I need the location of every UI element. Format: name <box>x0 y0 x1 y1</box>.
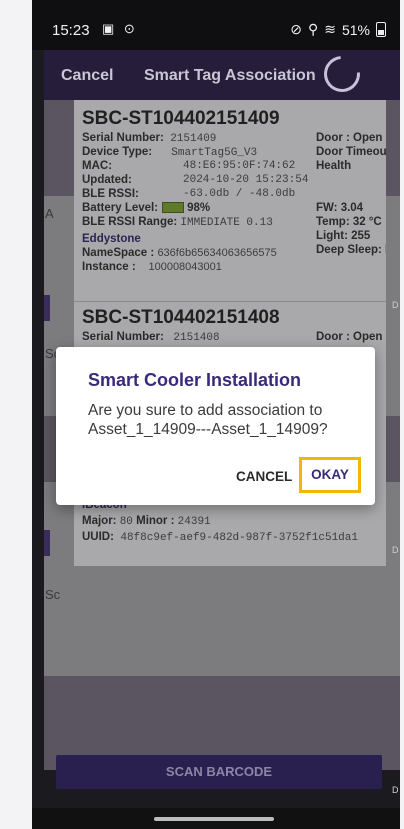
serial-value: 2151409 <box>170 133 217 145</box>
minor-value: 24391 <box>177 516 211 528</box>
device-value: SmartTag5G_V3 <box>171 147 258 159</box>
health-status: Health <box>316 160 352 172</box>
mac-label: MAC: <box>82 160 113 172</box>
namespace-label: NameSpace : <box>82 247 155 259</box>
navigation-bar <box>32 808 400 829</box>
rssi-label: BLE RSSI: <box>82 188 139 200</box>
light-level: Light: 255 <box>316 230 371 242</box>
scan-barcode-button[interactable]: SCAN BARCODE <box>56 755 382 789</box>
serial-value: 2151408 <box>173 332 220 344</box>
status-indicators: ⊘ ⚲ ≋ 51% <box>290 21 386 38</box>
okay-button[interactable]: OKAY <box>299 457 361 493</box>
serial-label: Serial Number: <box>82 331 164 343</box>
battery-percent: 51% <box>341 21 370 38</box>
loading-spinner-icon <box>316 48 368 100</box>
door-status: Door : Open <box>316 132 383 144</box>
major-label: Major: <box>82 515 117 527</box>
serial-label: Serial Number: <box>82 132 164 144</box>
notification-icons: ▣ ⊙ <box>102 21 138 36</box>
minor-label: Minor : <box>136 515 175 527</box>
mute-icon: ⊘ <box>290 21 302 37</box>
page-title: Smart Tag Association <box>144 67 316 84</box>
bg-button-edge <box>44 530 50 556</box>
tag-title: SBC-ST104402151408 <box>82 307 280 328</box>
tag-title: SBC-ST104402151409 <box>82 108 280 129</box>
uuid-label: UUID: <box>82 531 114 543</box>
wifi-signal-icon: ≋ <box>324 21 336 37</box>
door-timeout: Door Timeout <box>316 146 386 158</box>
namespace-value: 636f6b65634063656575 <box>157 247 277 259</box>
bg-letter: Sc <box>45 587 61 602</box>
location-icon: ⚲ <box>307 21 319 37</box>
battery-level-label: Battery Level: <box>82 202 159 214</box>
range-label: BLE RSSI Range: <box>82 216 178 228</box>
app-bar: Cancel Smart Tag Association <box>44 48 400 100</box>
confirmation-dialog: Smart Cooler Installation Are you sure t… <box>56 347 375 505</box>
uuid-value: 48f8c9ef-aef9-482d-987f-3752f1c51da1 <box>120 532 358 544</box>
bg-button-edge <box>44 295 50 321</box>
status-time: 15:23 <box>52 22 90 39</box>
updated-label: Updated: <box>82 174 132 186</box>
device-label: Device Type: <box>82 146 153 158</box>
bg-letter: A <box>45 206 54 221</box>
instance-label: Instance : <box>82 261 136 273</box>
list-divider <box>74 301 386 302</box>
eddystone-label: Eddystone <box>82 233 141 245</box>
updated-value: 2024-10-20 15:23:54 <box>183 174 309 186</box>
edge-fragment: D <box>392 785 399 795</box>
door-status: Door : Open <box>316 331 383 343</box>
dialog-message: Are you sure to add association to Asset… <box>88 402 328 438</box>
home-gesture-handle[interactable] <box>154 817 274 821</box>
phone-screen: 15:23 ▣ ⊙ ⊘ ⚲ ≋ 51% Cancel Smart Tag Ass… <box>32 0 400 829</box>
deep-sleep-status: Deep Sleep: No <box>316 244 386 256</box>
temperature: Temp: 32 °C <box>316 216 382 228</box>
rssi-value: -63.0db / -48.0db <box>183 188 296 200</box>
battery-icon <box>376 22 386 37</box>
firmware-version: FW: 3.04 <box>316 202 364 214</box>
battery-level-icon <box>162 202 185 214</box>
cancel-button[interactable]: CANCEL <box>236 469 292 484</box>
edge-fragment: D <box>392 300 399 310</box>
mac-value: 48:E6:95:0F:74:62 <box>183 160 296 172</box>
edge-fragment: D <box>392 545 399 555</box>
cancel-link[interactable]: Cancel <box>61 67 113 85</box>
range-value: IMMEDIATE 0.13 <box>180 217 273 229</box>
instance-value: 100008043001 <box>148 261 222 273</box>
status-bar: 15:23 ▣ ⊙ ⊘ ⚲ ≋ 51% <box>32 0 400 50</box>
dialog-title: Smart Cooler Installation <box>88 370 302 390</box>
major-value: 80 <box>119 516 133 528</box>
battery-level-value: 98% <box>187 202 211 214</box>
